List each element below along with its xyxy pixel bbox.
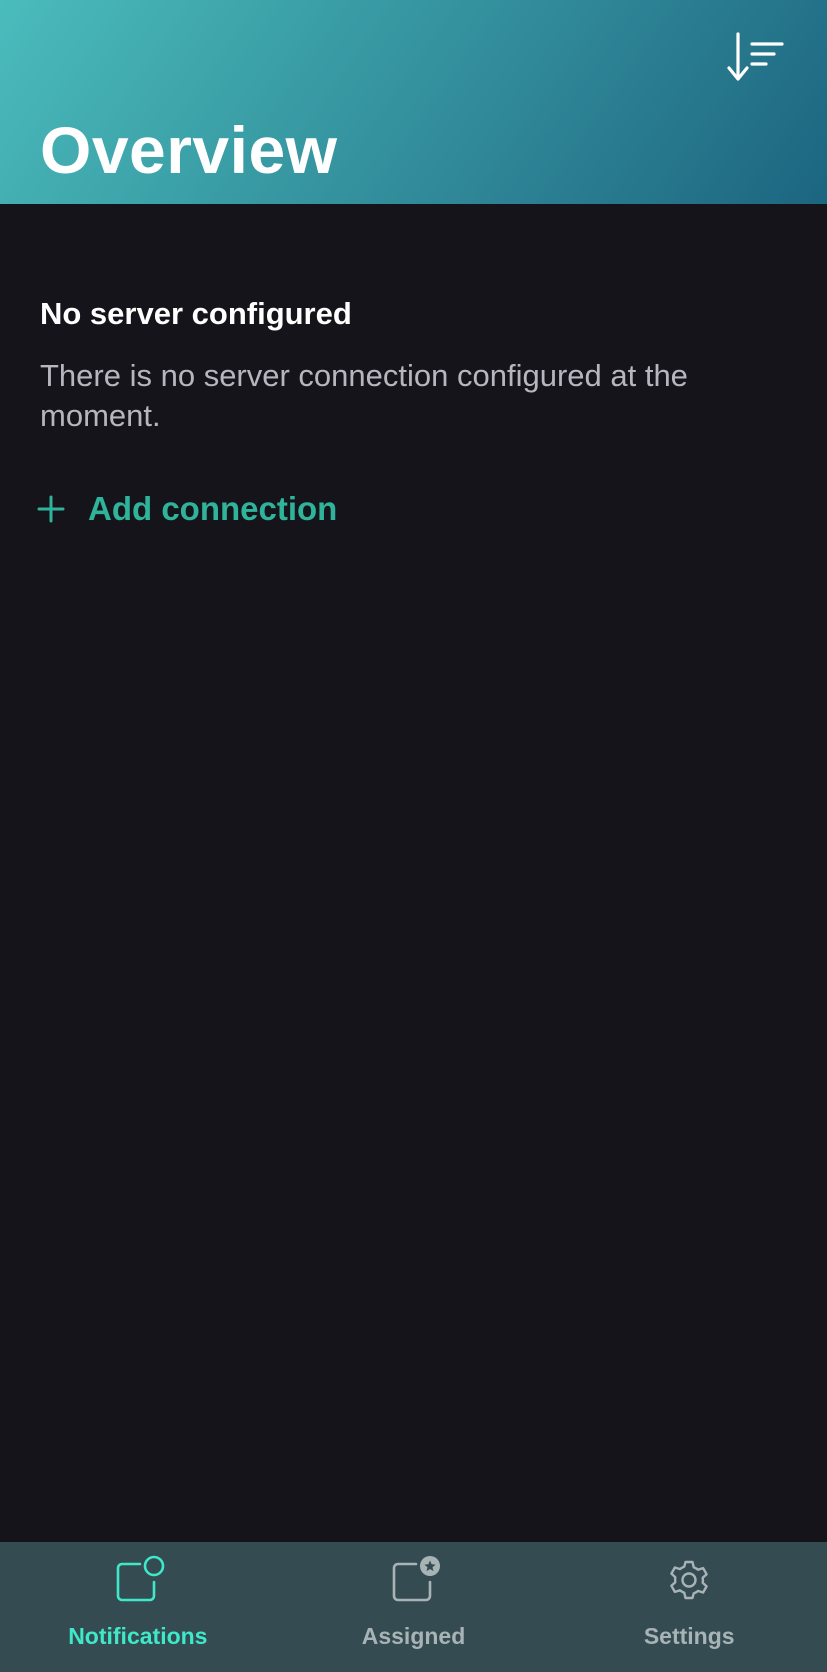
plus-icon — [37, 495, 65, 523]
empty-state-description: There is no server connection configured… — [40, 358, 688, 433]
assigned-star-icon — [386, 1552, 442, 1608]
add-connection-button[interactable]: Add connection — [36, 484, 337, 534]
empty-state-title: No server configured — [40, 296, 352, 331]
add-connection-label: Add connection — [88, 490, 338, 527]
page-title: Overview — [40, 113, 338, 187]
nav-tab-settings[interactable]: Settings — [551, 1542, 827, 1672]
nav-label-assigned: Assigned — [361, 1623, 466, 1649]
nav-label-settings: Settings — [643, 1623, 735, 1649]
nav-label-notifications: Notifications — [68, 1623, 208, 1649]
app-header: Overview — [0, 0, 827, 204]
nav-tab-notifications[interactable]: Notifications — [0, 1542, 276, 1672]
bottom-navigation: Notifications Assigned Settings — [0, 1542, 827, 1672]
nav-tab-assigned[interactable]: Assigned — [276, 1542, 552, 1672]
main-content: No server configured There is no server … — [0, 204, 827, 1542]
sort-descending-icon — [727, 32, 784, 81]
notification-icon — [110, 1552, 166, 1608]
gear-icon — [661, 1552, 717, 1608]
sort-button[interactable] — [722, 28, 786, 88]
